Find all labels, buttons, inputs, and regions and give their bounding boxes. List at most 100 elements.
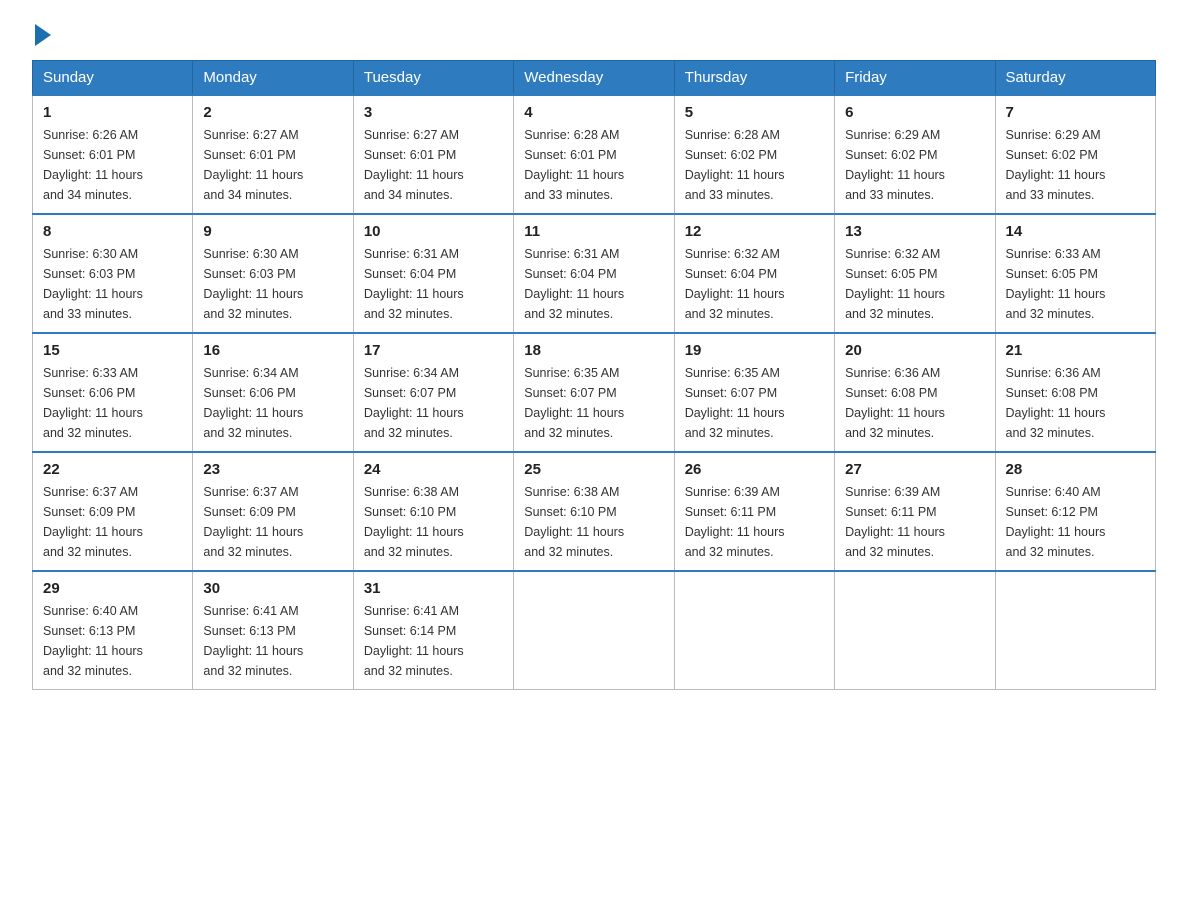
- calendar-cell: [674, 571, 834, 690]
- day-info: Sunrise: 6:27 AMSunset: 6:01 PMDaylight:…: [203, 125, 342, 205]
- day-info: Sunrise: 6:33 AMSunset: 6:06 PMDaylight:…: [43, 363, 182, 443]
- day-number: 16: [203, 342, 342, 359]
- calendar-cell: 12 Sunrise: 6:32 AMSunset: 6:04 PMDayligh…: [674, 214, 834, 333]
- calendar-cell: 7 Sunrise: 6:29 AMSunset: 6:02 PMDaylight…: [995, 95, 1155, 214]
- day-number: 26: [685, 461, 824, 478]
- day-info: Sunrise: 6:31 AMSunset: 6:04 PMDaylight:…: [364, 244, 503, 324]
- calendar-cell: [514, 571, 674, 690]
- calendar-cell: 22Sunrise: 6:37 AMSunset: 6:09 PMDayligh…: [33, 452, 193, 571]
- calendar-cell: 5 Sunrise: 6:28 AMSunset: 6:02 PMDaylight…: [674, 95, 834, 214]
- calendar-cell: 24Sunrise: 6:38 AMSunset: 6:10 PMDayligh…: [353, 452, 513, 571]
- day-number: 10: [364, 223, 503, 240]
- day-info: Sunrise: 6:37 AMSunset: 6:09 PMDaylight:…: [203, 482, 342, 562]
- day-info: Sunrise: 6:31 AMSunset: 6:04 PMDaylight:…: [524, 244, 663, 324]
- day-number: 29: [43, 580, 182, 597]
- day-info: Sunrise: 6:40 AMSunset: 6:12 PMDaylight:…: [1006, 482, 1145, 562]
- day-number: 18: [524, 342, 663, 359]
- day-number: 9: [203, 223, 342, 240]
- calendar-cell: 4 Sunrise: 6:28 AMSunset: 6:01 PMDaylight…: [514, 95, 674, 214]
- day-info: Sunrise: 6:32 AMSunset: 6:04 PMDaylight:…: [685, 244, 824, 324]
- calendar-cell: 18 Sunrise: 6:35 AMSunset: 6:07 PMDayligh…: [514, 333, 674, 452]
- day-info: Sunrise: 6:34 AMSunset: 6:07 PMDaylight:…: [364, 363, 503, 443]
- day-info: Sunrise: 6:38 AMSunset: 6:10 PMDaylight:…: [524, 482, 663, 562]
- logo-triangle-icon: [35, 24, 51, 46]
- day-number: 5: [685, 104, 824, 121]
- week-row-3: 15Sunrise: 6:33 AMSunset: 6:06 PMDayligh…: [33, 333, 1156, 452]
- calendar-cell: 28 Sunrise: 6:40 AMSunset: 6:12 PMDayligh…: [995, 452, 1155, 571]
- calendar-header-row: SundayMondayTuesdayWednesdayThursdayFrid…: [33, 61, 1156, 96]
- day-info: Sunrise: 6:29 AMSunset: 6:02 PMDaylight:…: [1006, 125, 1145, 205]
- calendar-cell: 14Sunrise: 6:33 AMSunset: 6:05 PMDayligh…: [995, 214, 1155, 333]
- day-info: Sunrise: 6:28 AMSunset: 6:01 PMDaylight:…: [524, 125, 663, 205]
- column-header-friday: Friday: [835, 61, 995, 96]
- calendar-cell: 1Sunrise: 6:26 AMSunset: 6:01 PMDaylight…: [33, 95, 193, 214]
- day-info: Sunrise: 6:37 AMSunset: 6:09 PMDaylight:…: [43, 482, 182, 562]
- day-number: 28: [1006, 461, 1145, 478]
- day-number: 14: [1006, 223, 1145, 240]
- day-number: 25: [524, 461, 663, 478]
- week-row-5: 29 Sunrise: 6:40 AMSunset: 6:13 PMDayligh…: [33, 571, 1156, 690]
- week-row-1: 1Sunrise: 6:26 AMSunset: 6:01 PMDaylight…: [33, 95, 1156, 214]
- logo: [32, 24, 51, 40]
- calendar-cell: 2 Sunrise: 6:27 AMSunset: 6:01 PMDaylight…: [193, 95, 353, 214]
- day-info: Sunrise: 6:27 AMSunset: 6:01 PMDaylight:…: [364, 125, 503, 205]
- day-info: Sunrise: 6:34 AMSunset: 6:06 PMDaylight:…: [203, 363, 342, 443]
- day-number: 2: [203, 104, 342, 121]
- calendar-cell: 30 Sunrise: 6:41 AMSunset: 6:13 PMDayligh…: [193, 571, 353, 690]
- calendar-cell: 9 Sunrise: 6:30 AMSunset: 6:03 PMDaylight…: [193, 214, 353, 333]
- day-number: 19: [685, 342, 824, 359]
- day-info: Sunrise: 6:35 AMSunset: 6:07 PMDaylight:…: [524, 363, 663, 443]
- calendar-cell: 25 Sunrise: 6:38 AMSunset: 6:10 PMDayligh…: [514, 452, 674, 571]
- column-header-monday: Monday: [193, 61, 353, 96]
- column-header-sunday: Sunday: [33, 61, 193, 96]
- day-info: Sunrise: 6:39 AMSunset: 6:11 PMDaylight:…: [685, 482, 824, 562]
- day-number: 1: [43, 104, 182, 121]
- calendar-cell: 31 Sunrise: 6:41 AMSunset: 6:14 PMDayligh…: [353, 571, 513, 690]
- day-number: 17: [364, 342, 503, 359]
- day-info: Sunrise: 6:30 AMSunset: 6:03 PMDaylight:…: [203, 244, 342, 324]
- page-header: [32, 24, 1156, 40]
- day-info: Sunrise: 6:32 AMSunset: 6:05 PMDaylight:…: [845, 244, 984, 324]
- day-number: 20: [845, 342, 984, 359]
- calendar-cell: 19 Sunrise: 6:35 AMSunset: 6:07 PMDayligh…: [674, 333, 834, 452]
- day-info: Sunrise: 6:39 AMSunset: 6:11 PMDaylight:…: [845, 482, 984, 562]
- calendar-cell: 3 Sunrise: 6:27 AMSunset: 6:01 PMDaylight…: [353, 95, 513, 214]
- calendar-cell: 6 Sunrise: 6:29 AMSunset: 6:02 PMDaylight…: [835, 95, 995, 214]
- calendar-cell: 11 Sunrise: 6:31 AMSunset: 6:04 PMDayligh…: [514, 214, 674, 333]
- calendar-cell: 20 Sunrise: 6:36 AMSunset: 6:08 PMDayligh…: [835, 333, 995, 452]
- day-info: Sunrise: 6:41 AMSunset: 6:14 PMDaylight:…: [364, 601, 503, 681]
- day-number: 30: [203, 580, 342, 597]
- day-info: Sunrise: 6:41 AMSunset: 6:13 PMDaylight:…: [203, 601, 342, 681]
- calendar-cell: [995, 571, 1155, 690]
- day-info: Sunrise: 6:36 AMSunset: 6:08 PMDaylight:…: [845, 363, 984, 443]
- day-info: Sunrise: 6:36 AMSunset: 6:08 PMDaylight:…: [1006, 363, 1145, 443]
- day-number: 3: [364, 104, 503, 121]
- day-number: 13: [845, 223, 984, 240]
- day-number: 6: [845, 104, 984, 121]
- calendar-cell: 17 Sunrise: 6:34 AMSunset: 6:07 PMDayligh…: [353, 333, 513, 452]
- calendar-cell: 29 Sunrise: 6:40 AMSunset: 6:13 PMDayligh…: [33, 571, 193, 690]
- day-info: Sunrise: 6:38 AMSunset: 6:10 PMDaylight:…: [364, 482, 503, 562]
- calendar-cell: 15Sunrise: 6:33 AMSunset: 6:06 PMDayligh…: [33, 333, 193, 452]
- day-number: 27: [845, 461, 984, 478]
- day-info: Sunrise: 6:40 AMSunset: 6:13 PMDaylight:…: [43, 601, 182, 681]
- column-header-tuesday: Tuesday: [353, 61, 513, 96]
- day-number: 12: [685, 223, 824, 240]
- day-info: Sunrise: 6:28 AMSunset: 6:02 PMDaylight:…: [685, 125, 824, 205]
- day-number: 8: [43, 223, 182, 240]
- calendar-cell: 27 Sunrise: 6:39 AMSunset: 6:11 PMDayligh…: [835, 452, 995, 571]
- day-number: 21: [1006, 342, 1145, 359]
- day-number: 11: [524, 223, 663, 240]
- day-info: Sunrise: 6:35 AMSunset: 6:07 PMDaylight:…: [685, 363, 824, 443]
- day-info: Sunrise: 6:29 AMSunset: 6:02 PMDaylight:…: [845, 125, 984, 205]
- day-number: 4: [524, 104, 663, 121]
- calendar-cell: 23Sunrise: 6:37 AMSunset: 6:09 PMDayligh…: [193, 452, 353, 571]
- column-header-wednesday: Wednesday: [514, 61, 674, 96]
- calendar-cell: 21 Sunrise: 6:36 AMSunset: 6:08 PMDayligh…: [995, 333, 1155, 452]
- calendar-cell: 26 Sunrise: 6:39 AMSunset: 6:11 PMDayligh…: [674, 452, 834, 571]
- day-number: 7: [1006, 104, 1145, 121]
- calendar-cell: 13 Sunrise: 6:32 AMSunset: 6:05 PMDayligh…: [835, 214, 995, 333]
- calendar-cell: [835, 571, 995, 690]
- calendar-cell: 10 Sunrise: 6:31 AMSunset: 6:04 PMDayligh…: [353, 214, 513, 333]
- day-number: 31: [364, 580, 503, 597]
